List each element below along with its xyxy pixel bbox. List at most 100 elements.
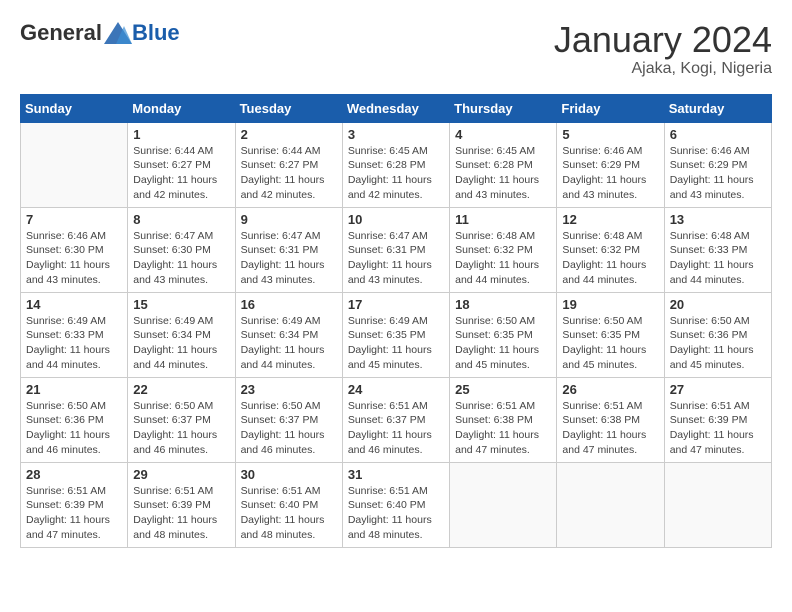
day-info: Sunrise: 6:47 AMSunset: 6:31 PMDaylight:… [241,229,337,288]
calendar-week-row: 28 Sunrise: 6:51 AMSunset: 6:39 PMDayligh… [21,462,772,547]
day-number: 17 [348,297,444,312]
day-info: Sunrise: 6:51 AMSunset: 6:37 PMDaylight:… [348,399,444,458]
calendar-cell: 9 Sunrise: 6:47 AMSunset: 6:31 PMDaylight… [235,207,342,292]
calendar-cell: 19 Sunrise: 6:50 AMSunset: 6:35 PMDayligh… [557,292,664,377]
day-number: 3 [348,127,444,142]
day-number: 11 [455,212,551,227]
day-number: 30 [241,467,337,482]
day-info: Sunrise: 6:50 AMSunset: 6:37 PMDaylight:… [133,399,229,458]
calendar-cell [557,462,664,547]
calendar-week-row: 21 Sunrise: 6:50 AMSunset: 6:36 PMDayligh… [21,377,772,462]
day-info: Sunrise: 6:44 AMSunset: 6:27 PMDaylight:… [133,144,229,203]
day-number: 2 [241,127,337,142]
calendar-cell [664,462,771,547]
day-number: 13 [670,212,766,227]
day-number: 5 [562,127,658,142]
calendar-cell: 12Sunrise: 6:48 AMSunset: 6:32 PMDayligh… [557,207,664,292]
day-info: Sunrise: 6:50 AMSunset: 6:36 PMDaylight:… [670,314,766,373]
day-number: 6 [670,127,766,142]
day-info: Sunrise: 6:50 AMSunset: 6:35 PMDaylight:… [562,314,658,373]
calendar-cell: 15Sunrise: 6:49 AMSunset: 6:34 PMDayligh… [128,292,235,377]
day-info: Sunrise: 6:51 AMSunset: 6:38 PMDaylight:… [455,399,551,458]
calendar-cell: 16Sunrise: 6:49 AMSunset: 6:34 PMDayligh… [235,292,342,377]
day-info: Sunrise: 6:49 AMSunset: 6:35 PMDaylight:… [348,314,444,373]
calendar-cell: 2 Sunrise: 6:44 AMSunset: 6:27 PMDaylight… [235,122,342,207]
day-info: Sunrise: 6:49 AMSunset: 6:33 PMDaylight:… [26,314,122,373]
weekday-header-sunday: Sunday [21,94,128,122]
day-number: 22 [133,382,229,397]
day-info: Sunrise: 6:51 AMSunset: 6:39 PMDaylight:… [133,484,229,543]
day-number: 29 [133,467,229,482]
weekday-header-thursday: Thursday [450,94,557,122]
weekday-header-monday: Monday [128,94,235,122]
day-number: 8 [133,212,229,227]
day-number: 23 [241,382,337,397]
day-number: 26 [562,382,658,397]
weekday-header-friday: Friday [557,94,664,122]
day-number: 7 [26,212,122,227]
day-number: 21 [26,382,122,397]
calendar-cell: 3 Sunrise: 6:45 AMSunset: 6:28 PMDaylight… [342,122,449,207]
calendar-week-row: 7 Sunrise: 6:46 AMSunset: 6:30 PMDaylight… [21,207,772,292]
calendar-cell: 23 Sunrise: 6:50 AMSunset: 6:37 PMDayligh… [235,377,342,462]
weekday-header-tuesday: Tuesday [235,94,342,122]
calendar-cell: 30 Sunrise: 6:51 AMSunset: 6:40 PMDayligh… [235,462,342,547]
day-number: 25 [455,382,551,397]
calendar-cell: 4 Sunrise: 6:45 AMSunset: 6:28 PMDaylight… [450,122,557,207]
calendar-cell: 11Sunrise: 6:48 AMSunset: 6:32 PMDayligh… [450,207,557,292]
day-info: Sunrise: 6:46 AMSunset: 6:30 PMDaylight:… [26,229,122,288]
day-info: Sunrise: 6:50 AMSunset: 6:35 PMDaylight:… [455,314,551,373]
calendar-cell: 17 Sunrise: 6:49 AMSunset: 6:35 PMDayligh… [342,292,449,377]
day-info: Sunrise: 6:47 AMSunset: 6:30 PMDaylight:… [133,229,229,288]
day-number: 4 [455,127,551,142]
day-number: 31 [348,467,444,482]
calendar-cell: 26 Sunrise: 6:51 AMSunset: 6:38 PMDayligh… [557,377,664,462]
day-number: 18 [455,297,551,312]
day-info: Sunrise: 6:48 AMSunset: 6:33 PMDaylight:… [670,229,766,288]
month-title: January 2024 [554,20,772,60]
day-info: Sunrise: 6:50 AMSunset: 6:37 PMDaylight:… [241,399,337,458]
day-info: Sunrise: 6:45 AMSunset: 6:28 PMDaylight:… [455,144,551,203]
day-info: Sunrise: 6:51 AMSunset: 6:39 PMDaylight:… [670,399,766,458]
day-info: Sunrise: 6:46 AMSunset: 6:29 PMDaylight:… [670,144,766,203]
logo-icon [104,22,132,44]
calendar-table: SundayMondayTuesdayWednesdayThursdayFrid… [20,94,772,548]
weekday-header-saturday: Saturday [664,94,771,122]
day-info: Sunrise: 6:49 AMSunset: 6:34 PMDaylight:… [133,314,229,373]
day-number: 20 [670,297,766,312]
calendar-cell: 14Sunrise: 6:49 AMSunset: 6:33 PMDayligh… [21,292,128,377]
calendar-week-row: 1Sunrise: 6:44 AMSunset: 6:27 PMDaylight… [21,122,772,207]
calendar-cell: 21 Sunrise: 6:50 AMSunset: 6:36 PMDayligh… [21,377,128,462]
calendar-cell [21,122,128,207]
calendar-cell: 1Sunrise: 6:44 AMSunset: 6:27 PMDaylight… [128,122,235,207]
calendar-cell: 31Sunrise: 6:51 AMSunset: 6:40 PMDayligh… [342,462,449,547]
day-info: Sunrise: 6:50 AMSunset: 6:36 PMDaylight:… [26,399,122,458]
calendar-cell: 13 Sunrise: 6:48 AMSunset: 6:33 PMDayligh… [664,207,771,292]
day-info: Sunrise: 6:46 AMSunset: 6:29 PMDaylight:… [562,144,658,203]
calendar-cell: 10Sunrise: 6:47 AMSunset: 6:31 PMDayligh… [342,207,449,292]
day-number: 27 [670,382,766,397]
day-info: Sunrise: 6:51 AMSunset: 6:39 PMDaylight:… [26,484,122,543]
calendar-cell [450,462,557,547]
day-number: 28 [26,467,122,482]
day-number: 24 [348,382,444,397]
day-number: 19 [562,297,658,312]
logo-general-text: General [20,20,102,46]
calendar-cell: 24 Sunrise: 6:51 AMSunset: 6:37 PMDayligh… [342,377,449,462]
calendar-cell: 22 Sunrise: 6:50 AMSunset: 6:37 PMDayligh… [128,377,235,462]
calendar-cell: 5 Sunrise: 6:46 AMSunset: 6:29 PMDaylight… [557,122,664,207]
day-info: Sunrise: 6:48 AMSunset: 6:32 PMDaylight:… [562,229,658,288]
day-number: 16 [241,297,337,312]
day-info: Sunrise: 6:51 AMSunset: 6:40 PMDaylight:… [241,484,337,543]
logo: General Blue [20,20,180,46]
day-info: Sunrise: 6:51 AMSunset: 6:38 PMDaylight:… [562,399,658,458]
calendar-cell: 28 Sunrise: 6:51 AMSunset: 6:39 PMDayligh… [21,462,128,547]
calendar-cell: 8 Sunrise: 6:47 AMSunset: 6:30 PMDaylight… [128,207,235,292]
logo-blue-text: Blue [132,20,180,46]
day-info: Sunrise: 6:45 AMSunset: 6:28 PMDaylight:… [348,144,444,203]
calendar-cell: 6 Sunrise: 6:46 AMSunset: 6:29 PMDaylight… [664,122,771,207]
day-number: 9 [241,212,337,227]
title-block: January 2024 Ajaka, Kogi, Nigeria [554,20,772,78]
day-number: 10 [348,212,444,227]
day-info: Sunrise: 6:44 AMSunset: 6:27 PMDaylight:… [241,144,337,203]
